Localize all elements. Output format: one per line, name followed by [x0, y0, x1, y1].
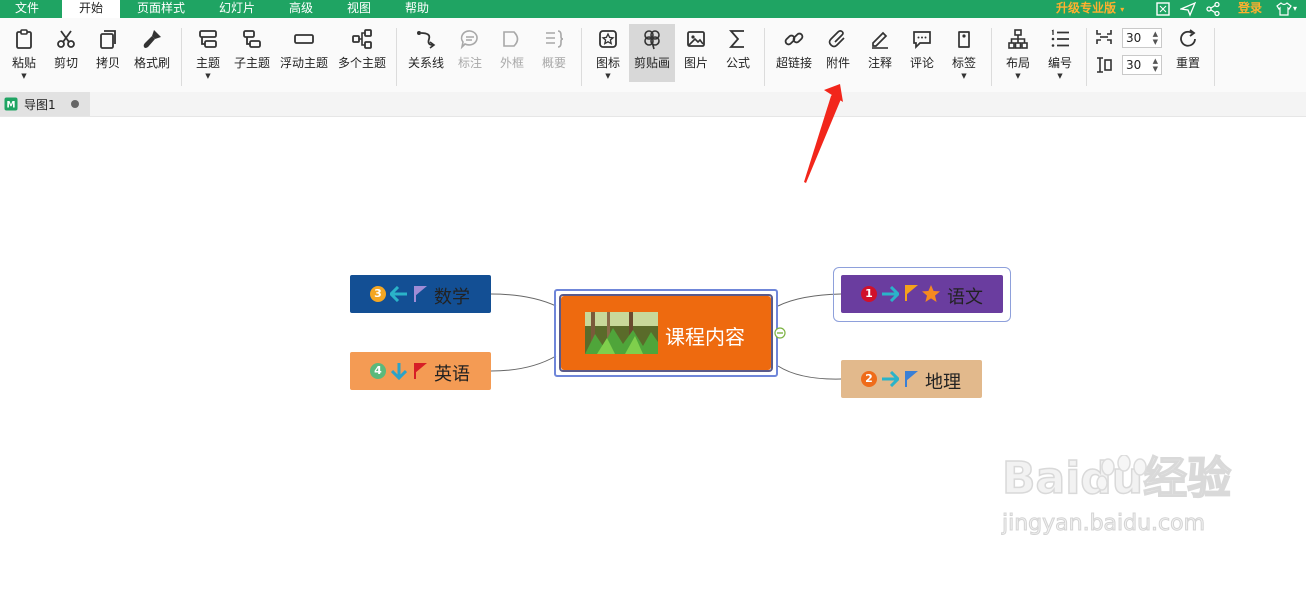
central-topic[interactable]: 课程内容: [559, 294, 773, 372]
topic-geography-label: 地理: [925, 372, 961, 393]
connector-line: [490, 293, 557, 307]
topic-english[interactable]: 4 英语: [350, 352, 491, 390]
flag-icon: [905, 285, 918, 301]
flag-icon: [414, 363, 427, 379]
forest-image-icon: [585, 312, 658, 354]
red-arrow-annotation: [804, 88, 841, 183]
topic-math[interactable]: 3 数学: [350, 275, 491, 313]
central-topic-selection[interactable]: 课程内容: [554, 289, 778, 377]
topic-geography[interactable]: 2 地理: [841, 360, 982, 398]
topic-chinese[interactable]: 1 语文: [841, 275, 1003, 313]
watermark-url: jingyan.baidu.com: [1001, 511, 1206, 537]
topic-chinese-label: 语文: [947, 287, 983, 308]
connector-line: [490, 355, 557, 372]
arrow-left-icon: [390, 286, 407, 302]
flag-icon: [905, 371, 918, 387]
star-icon: [922, 285, 940, 302]
connector-line: [777, 293, 842, 307]
paw-logo-icon: [1096, 455, 1147, 491]
collapse-toggle-icon[interactable]: [774, 327, 786, 339]
priority-badge: 3: [370, 286, 386, 302]
central-topic-label: 课程内容: [665, 325, 745, 349]
topic-english-label: 英语: [434, 364, 470, 385]
arrow-right-icon: [882, 371, 899, 387]
topic-math-label: 数学: [434, 287, 470, 308]
connector-line: [777, 365, 842, 380]
priority-badge: 4: [370, 363, 386, 379]
arrow-right-icon: [882, 286, 899, 302]
flag-icon: [414, 286, 427, 302]
priority-badge: 2: [861, 371, 877, 387]
arrow-down-icon: [391, 363, 407, 380]
priority-badge: 1: [861, 286, 877, 302]
